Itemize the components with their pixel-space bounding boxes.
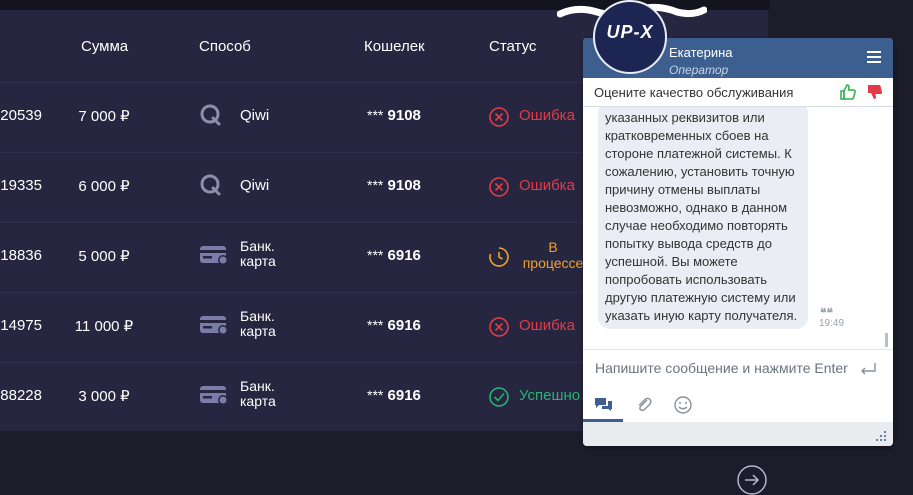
check-circle-icon bbox=[489, 387, 509, 407]
row-status: Ошибка bbox=[519, 177, 575, 194]
row-status: Успешно bbox=[519, 387, 581, 404]
row-wallet: *** 6916 bbox=[367, 387, 421, 404]
message-time: 19:49 bbox=[819, 318, 845, 329]
header-amount: Сумма bbox=[81, 38, 129, 55]
row-status: Ошибка bbox=[519, 317, 575, 334]
row-wallet: *** 9108 bbox=[367, 177, 421, 194]
header-wallet: Кошелек bbox=[364, 38, 425, 55]
row-id: 20539 bbox=[0, 107, 42, 124]
error-circle-icon bbox=[489, 107, 509, 127]
row-amount: 5 000 ₽ bbox=[78, 248, 130, 265]
row-amount: 3 000 ₽ bbox=[78, 388, 130, 405]
menu-icon[interactable] bbox=[867, 51, 881, 63]
clock-icon bbox=[489, 247, 509, 267]
rating-bar: Оцените качество обслуживания bbox=[583, 78, 893, 107]
row-status: Впроцессе bbox=[522, 239, 584, 271]
row-method: Qiwi bbox=[240, 177, 270, 194]
chat-bubbles-icon[interactable] bbox=[593, 395, 615, 415]
resize-handle-icon[interactable] bbox=[875, 430, 887, 442]
operator-message-text: указанных реквизитов или кратковременных… bbox=[605, 110, 798, 323]
row-id: 88228 bbox=[0, 387, 42, 404]
row-wallet: *** 9108 bbox=[367, 107, 421, 124]
row-method: Банк. карта bbox=[240, 308, 276, 339]
row-status: Ошибка bbox=[519, 107, 575, 124]
avatar-logo-text: UP-X bbox=[606, 22, 654, 42]
header-status: Статус bbox=[489, 38, 537, 55]
rating-prompt: Оцените качество обслуживания bbox=[594, 85, 794, 100]
row-id: 14975 bbox=[0, 317, 42, 334]
row-wallet: *** 6916 bbox=[367, 247, 421, 264]
row-amount: 7 000 ₽ bbox=[78, 108, 130, 125]
messages-area[interactable]: указанных реквизитов или кратковременных… bbox=[583, 107, 893, 349]
operator-name: Екатерина bbox=[669, 45, 733, 60]
enter-icon[interactable] bbox=[859, 362, 877, 376]
qiwi-icon bbox=[200, 174, 221, 196]
row-id: 18836 bbox=[0, 247, 42, 264]
row-method: Банк. карта bbox=[240, 378, 276, 409]
row-amount: 6 000 ₽ bbox=[78, 178, 130, 195]
header-method: Способ bbox=[199, 38, 251, 55]
row-wallet: *** 6916 bbox=[367, 317, 421, 334]
emoji-icon[interactable] bbox=[673, 395, 693, 415]
bank-card-icon bbox=[200, 316, 228, 335]
operator-role: Оператор bbox=[669, 63, 729, 77]
thumbs-down-icon[interactable] bbox=[866, 83, 884, 101]
bank-card-icon bbox=[200, 246, 228, 265]
support-chat-widget: Екатерина Оператор Оцените качество обсл… bbox=[583, 38, 893, 446]
chat-toolbar bbox=[583, 393, 893, 422]
message-input-placeholder: Напишите сообщение и нажмите Enter bbox=[595, 360, 848, 376]
attachment-icon[interactable] bbox=[634, 395, 654, 415]
row-id: 19335 bbox=[0, 177, 42, 194]
chat-footer bbox=[583, 422, 893, 446]
arrow-right-circle-icon[interactable] bbox=[737, 465, 767, 495]
row-method: Банк. карта bbox=[240, 238, 276, 269]
row-method: Qiwi bbox=[240, 107, 270, 124]
qiwi-icon bbox=[200, 104, 221, 126]
bank-card-icon bbox=[200, 386, 228, 405]
row-amount: 11 000 ₽ bbox=[74, 318, 134, 335]
operator-avatar: UP-X bbox=[593, 0, 667, 74]
error-circle-icon bbox=[489, 317, 509, 337]
error-circle-icon bbox=[489, 177, 509, 197]
thumbs-up-icon[interactable] bbox=[839, 83, 857, 101]
message-input[interactable]: Напишите сообщение и нажмите Enter bbox=[583, 349, 893, 394]
messages-scrollbar[interactable] bbox=[885, 333, 888, 347]
